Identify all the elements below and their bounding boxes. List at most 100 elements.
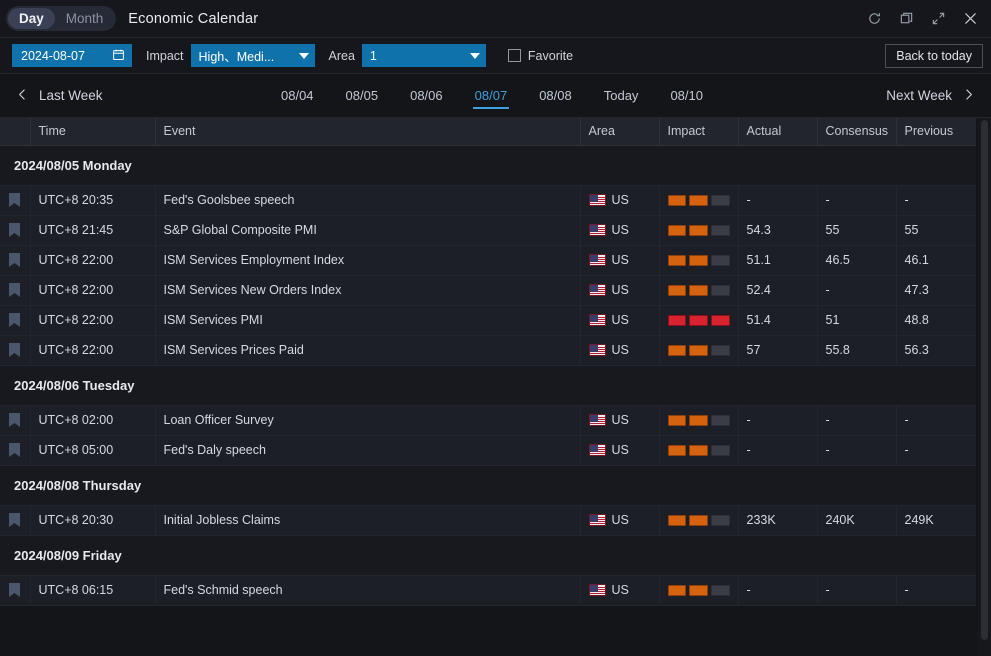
cell-actual: 54.3 [738,215,817,245]
back-to-today-button[interactable]: Back to today [885,44,983,68]
impact-bar [668,515,687,526]
column-header-previous[interactable]: Previous [896,118,976,145]
impact-filter-select[interactable]: High、Medi... [191,44,315,67]
bookmark-cell[interactable] [0,575,30,605]
impact-bar [711,195,730,206]
table-row[interactable]: UTC+8 22:00ISM Services New Orders Index… [0,275,976,305]
vertical-scrollbar[interactable] [978,118,991,656]
flag-icon-us [589,254,606,266]
restore-window-icon[interactable] [893,6,919,32]
bookmark-cell[interactable] [0,505,30,535]
cell-event[interactable]: Loan Officer Survey [155,405,580,435]
view-mode-month[interactable]: Month [55,8,115,29]
prev-week-button[interactable]: Last Week [16,88,103,104]
cell-event[interactable]: Fed's Daly speech [155,435,580,465]
cell-event[interactable]: Initial Jobless Claims [155,505,580,535]
impact-bars [668,225,730,236]
cell-event[interactable]: S&P Global Composite PMI [155,215,580,245]
next-week-label: Next Week [886,88,952,103]
cell-actual: - [738,185,817,215]
cell-consensus: 240K [817,505,896,535]
week-day-tab-0[interactable]: 08/04 [265,74,330,117]
week-day-tab-6[interactable]: 08/10 [654,74,719,117]
table-row[interactable]: UTC+8 21:45S&P Global Composite PMIUS54.… [0,215,976,245]
table-row[interactable]: UTC+8 05:00Fed's Daly speechUS--- [0,435,976,465]
bookmark-icon[interactable] [0,583,30,598]
bookmark-cell[interactable] [0,335,30,365]
cell-area: US [580,215,659,245]
week-day-tab-3[interactable]: 08/07 [459,74,524,117]
cell-time: UTC+8 20:30 [30,505,155,535]
cell-impact [659,185,738,215]
view-mode-day[interactable]: Day [8,8,55,29]
calendar-table-container[interactable]: Time Event Area Impact Actual Consensus … [0,118,991,656]
table-row[interactable]: UTC+8 22:00ISM Services Employment Index… [0,245,976,275]
cell-event[interactable]: ISM Services Employment Index [155,245,580,275]
column-header-impact[interactable]: Impact [659,118,738,145]
scrollbar-thumb[interactable] [981,120,988,640]
column-header-consensus[interactable]: Consensus [817,118,896,145]
cell-event[interactable]: Fed's Schmid speech [155,575,580,605]
bookmark-icon[interactable] [0,283,30,298]
cell-area: US [580,185,659,215]
week-day-tab-today[interactable]: Today [588,74,655,117]
bookmark-cell[interactable] [0,245,30,275]
table-row[interactable]: UTC+8 22:00ISM Services PMIUS51.45148.8 [0,305,976,335]
bookmark-cell[interactable] [0,215,30,245]
bookmark-icon[interactable] [0,443,30,458]
bookmark-cell[interactable] [0,405,30,435]
bookmark-cell[interactable] [0,305,30,335]
next-week-button[interactable]: Next Week [886,88,975,104]
expand-icon[interactable] [925,6,951,32]
chevron-left-icon [16,88,29,104]
date-picker[interactable]: 2024-08-07 [12,44,132,67]
bookmark-icon[interactable] [0,513,30,528]
close-icon[interactable] [957,6,983,32]
cell-impact [659,405,738,435]
table-row[interactable]: UTC+8 20:30Initial Jobless ClaimsUS233K2… [0,505,976,535]
cell-event[interactable]: ISM Services New Orders Index [155,275,580,305]
table-row[interactable]: UTC+8 02:00Loan Officer SurveyUS--- [0,405,976,435]
table-row[interactable]: UTC+8 20:35Fed's Goolsbee speechUS--- [0,185,976,215]
bookmark-icon[interactable] [0,223,30,238]
table-row[interactable]: UTC+8 06:15Fed's Schmid speechUS--- [0,575,976,605]
bookmark-icon[interactable] [0,313,30,328]
column-header-area[interactable]: Area [580,118,659,145]
bookmark-icon[interactable] [0,193,30,208]
impact-bar [668,195,687,206]
week-day-tab-4[interactable]: 08/08 [523,74,588,117]
cell-event[interactable]: ISM Services PMI [155,305,580,335]
bookmark-cell[interactable] [0,275,30,305]
day-group-title: 2024/08/06 Tuesday [0,365,976,405]
column-header-event[interactable]: Event [155,118,580,145]
week-day-tab-2[interactable]: 08/06 [394,74,459,117]
impact-bar [711,415,730,426]
impact-filter-value: High、Medi... [199,46,275,65]
bookmark-icon[interactable] [0,253,30,268]
cell-impact [659,305,738,335]
cell-event[interactable]: Fed's Goolsbee speech [155,185,580,215]
column-header-actual[interactable]: Actual [738,118,817,145]
column-header-time[interactable]: Time [30,118,155,145]
table-row[interactable]: UTC+8 22:00ISM Services Prices PaidUS575… [0,335,976,365]
view-mode-toggle[interactable]: Day Month [6,6,116,31]
bookmark-cell[interactable] [0,435,30,465]
bookmark-icon[interactable] [0,343,30,358]
cell-event[interactable]: ISM Services Prices Paid [155,335,580,365]
chevron-down-icon [470,53,480,59]
area-filter-select[interactable]: 1 [362,44,486,67]
refresh-icon[interactable] [861,6,887,32]
impact-bar [711,315,730,326]
bookmark-cell[interactable] [0,185,30,215]
cell-consensus: 46.5 [817,245,896,275]
area-label: US [612,583,629,597]
week-day-tab-1[interactable]: 08/05 [330,74,395,117]
impact-bar [711,255,730,266]
day-group-header: 2024/08/05 Monday [0,145,976,185]
cell-actual: - [738,435,817,465]
cell-area: US [580,405,659,435]
calendar-table-header: Time Event Area Impact Actual Consensus … [0,118,976,145]
favorite-checkbox[interactable]: Favorite [508,49,573,63]
bookmark-icon[interactable] [0,413,30,428]
impact-bars [668,255,730,266]
